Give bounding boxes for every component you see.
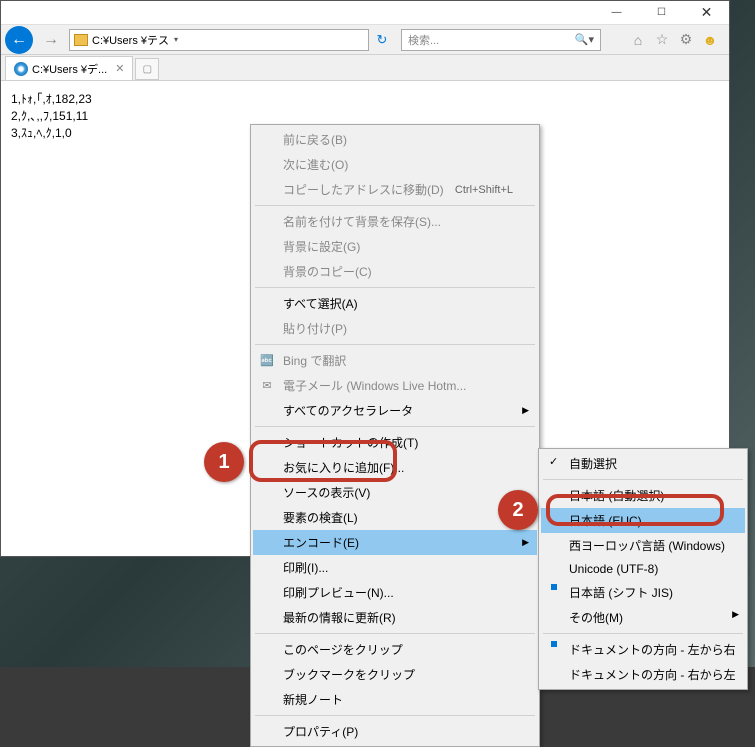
menu-forward[interactable]: 次に進む(O) xyxy=(253,152,537,177)
submenu-western[interactable]: 西ヨーロッパ言語 (Windows) xyxy=(541,533,745,558)
menu-select-all[interactable]: すべて選択(A) xyxy=(253,291,537,316)
tab-active[interactable]: C:¥Users ¥デ... ✕ xyxy=(5,56,133,80)
favorites-icon[interactable]: ☆ xyxy=(653,31,671,49)
nav-bar: ← → C:¥Users ¥テス ▾ ↻ 検索... 🔍▾ ⌂ ☆ ⚙ ☻ xyxy=(1,25,729,55)
menu-all-accelerators[interactable]: すべてのアクセラレータ▶ xyxy=(253,398,537,423)
annotation-badge-2: 2 xyxy=(498,490,538,530)
toolbar-icons: ⌂ ☆ ⚙ ☻ xyxy=(629,31,725,49)
folder-icon xyxy=(74,34,88,46)
menu-clip-page[interactable]: このページをクリップ xyxy=(253,637,537,662)
address-dropdown-icon[interactable]: ▾ xyxy=(169,35,183,44)
menu-separator xyxy=(255,426,535,427)
bullet-icon xyxy=(551,641,557,647)
menu-encoding[interactable]: エンコード(E)▶ xyxy=(253,530,537,555)
search-placeholder: 検索... xyxy=(408,32,439,48)
annotation-badge-1: 1 xyxy=(204,442,244,482)
menu-properties[interactable]: プロパティ(P) xyxy=(253,719,537,744)
menu-goto-copied[interactable]: コピーしたアドレスに移動(D)Ctrl+Shift+L xyxy=(253,177,537,202)
annotation-box-1 xyxy=(249,440,397,482)
check-icon: ✓ xyxy=(549,455,558,468)
menu-separator xyxy=(255,344,535,345)
menu-print[interactable]: 印刷(I)... xyxy=(253,555,537,580)
menu-clip-bookmark[interactable]: ブックマークをクリップ xyxy=(253,662,537,687)
menu-separator xyxy=(255,205,535,206)
mail-icon: ✉ xyxy=(259,378,275,394)
menu-save-bg[interactable]: 名前を付けて背景を保存(S)... xyxy=(253,209,537,234)
home-icon[interactable]: ⌂ xyxy=(629,31,647,49)
tab-title: C:¥Users ¥デ... xyxy=(32,61,107,77)
submenu-sjis[interactable]: 日本語 (シフト JIS) xyxy=(541,580,745,605)
search-box[interactable]: 検索... 🔍▾ xyxy=(401,29,601,51)
submenu-arrow-icon: ▶ xyxy=(732,609,739,620)
menu-separator xyxy=(255,715,535,716)
context-menu: 前に戻る(B) 次に進む(O) コピーしたアドレスに移動(D)Ctrl+Shif… xyxy=(250,124,540,747)
search-icon[interactable]: 🔍▾ xyxy=(575,33,594,46)
settings-icon[interactable]: ⚙ xyxy=(677,31,695,49)
forward-button[interactable]: → xyxy=(37,26,65,54)
menu-new-note[interactable]: 新規ノート xyxy=(253,687,537,712)
tab-bar: C:¥Users ¥デ... ✕ ▢ xyxy=(1,55,729,81)
translate-icon: 🔤 xyxy=(259,353,275,369)
menu-print-preview[interactable]: 印刷プレビュー(N)... xyxy=(253,580,537,605)
menu-paste[interactable]: 貼り付け(P) xyxy=(253,316,537,341)
title-bar: — ☐ ✕ xyxy=(1,1,729,25)
content-line: 1,ﾄｫ,｢,ｵ,182,23 xyxy=(11,91,719,108)
menu-refresh[interactable]: 最新の情報に更新(R) xyxy=(253,605,537,630)
menu-email[interactable]: ✉電子メール (Windows Live Hotm... xyxy=(253,373,537,398)
menu-set-bg[interactable]: 背景に設定(G) xyxy=(253,234,537,259)
menu-separator xyxy=(255,287,535,288)
submenu-auto-select[interactable]: ✓自動選択 xyxy=(541,451,745,476)
menu-copy-bg[interactable]: 背景のコピー(C) xyxy=(253,259,537,284)
menu-separator xyxy=(543,633,743,634)
new-tab-button[interactable]: ▢ xyxy=(135,58,159,80)
submenu-rtl[interactable]: ドキュメントの方向 - 右から左 xyxy=(541,662,745,687)
menu-separator xyxy=(543,479,743,480)
menu-separator xyxy=(255,633,535,634)
submenu-arrow-icon: ▶ xyxy=(522,537,529,548)
menu-inspect[interactable]: 要素の検査(L) xyxy=(253,505,537,530)
menu-bing-translate[interactable]: 🔤Bing で翻訳 xyxy=(253,348,537,373)
submenu-ltr[interactable]: ドキュメントの方向 - 左から右 xyxy=(541,637,745,662)
menu-back[interactable]: 前に戻る(B) xyxy=(253,127,537,152)
submenu-arrow-icon: ▶ xyxy=(522,405,529,416)
smiley-icon[interactable]: ☻ xyxy=(701,31,719,49)
close-button[interactable]: ✕ xyxy=(684,2,729,24)
address-bar[interactable]: C:¥Users ¥テス ▾ xyxy=(69,29,369,51)
refresh-icon[interactable]: ↻ xyxy=(373,32,391,48)
bullet-icon xyxy=(551,584,557,590)
menu-view-source[interactable]: ソースの表示(V) xyxy=(253,480,537,505)
minimize-button[interactable]: — xyxy=(594,2,639,24)
ie-icon xyxy=(14,62,28,76)
address-text: C:¥Users ¥テス xyxy=(92,32,169,48)
back-button[interactable]: ← xyxy=(5,26,33,54)
submenu-utf8[interactable]: Unicode (UTF-8) xyxy=(541,558,745,580)
annotation-box-2 xyxy=(546,494,724,526)
maximize-button[interactable]: ☐ xyxy=(639,2,684,24)
content-line: 2,ｸ,､,,ﾌ,151,11 xyxy=(11,108,719,125)
encoding-submenu: ✓自動選択 日本語 (自動選択) 日本語 (EUC) 西ヨーロッパ言語 (Win… xyxy=(538,448,748,690)
tab-close-icon[interactable]: ✕ xyxy=(115,62,124,75)
submenu-other[interactable]: その他(M)▶ xyxy=(541,605,745,630)
